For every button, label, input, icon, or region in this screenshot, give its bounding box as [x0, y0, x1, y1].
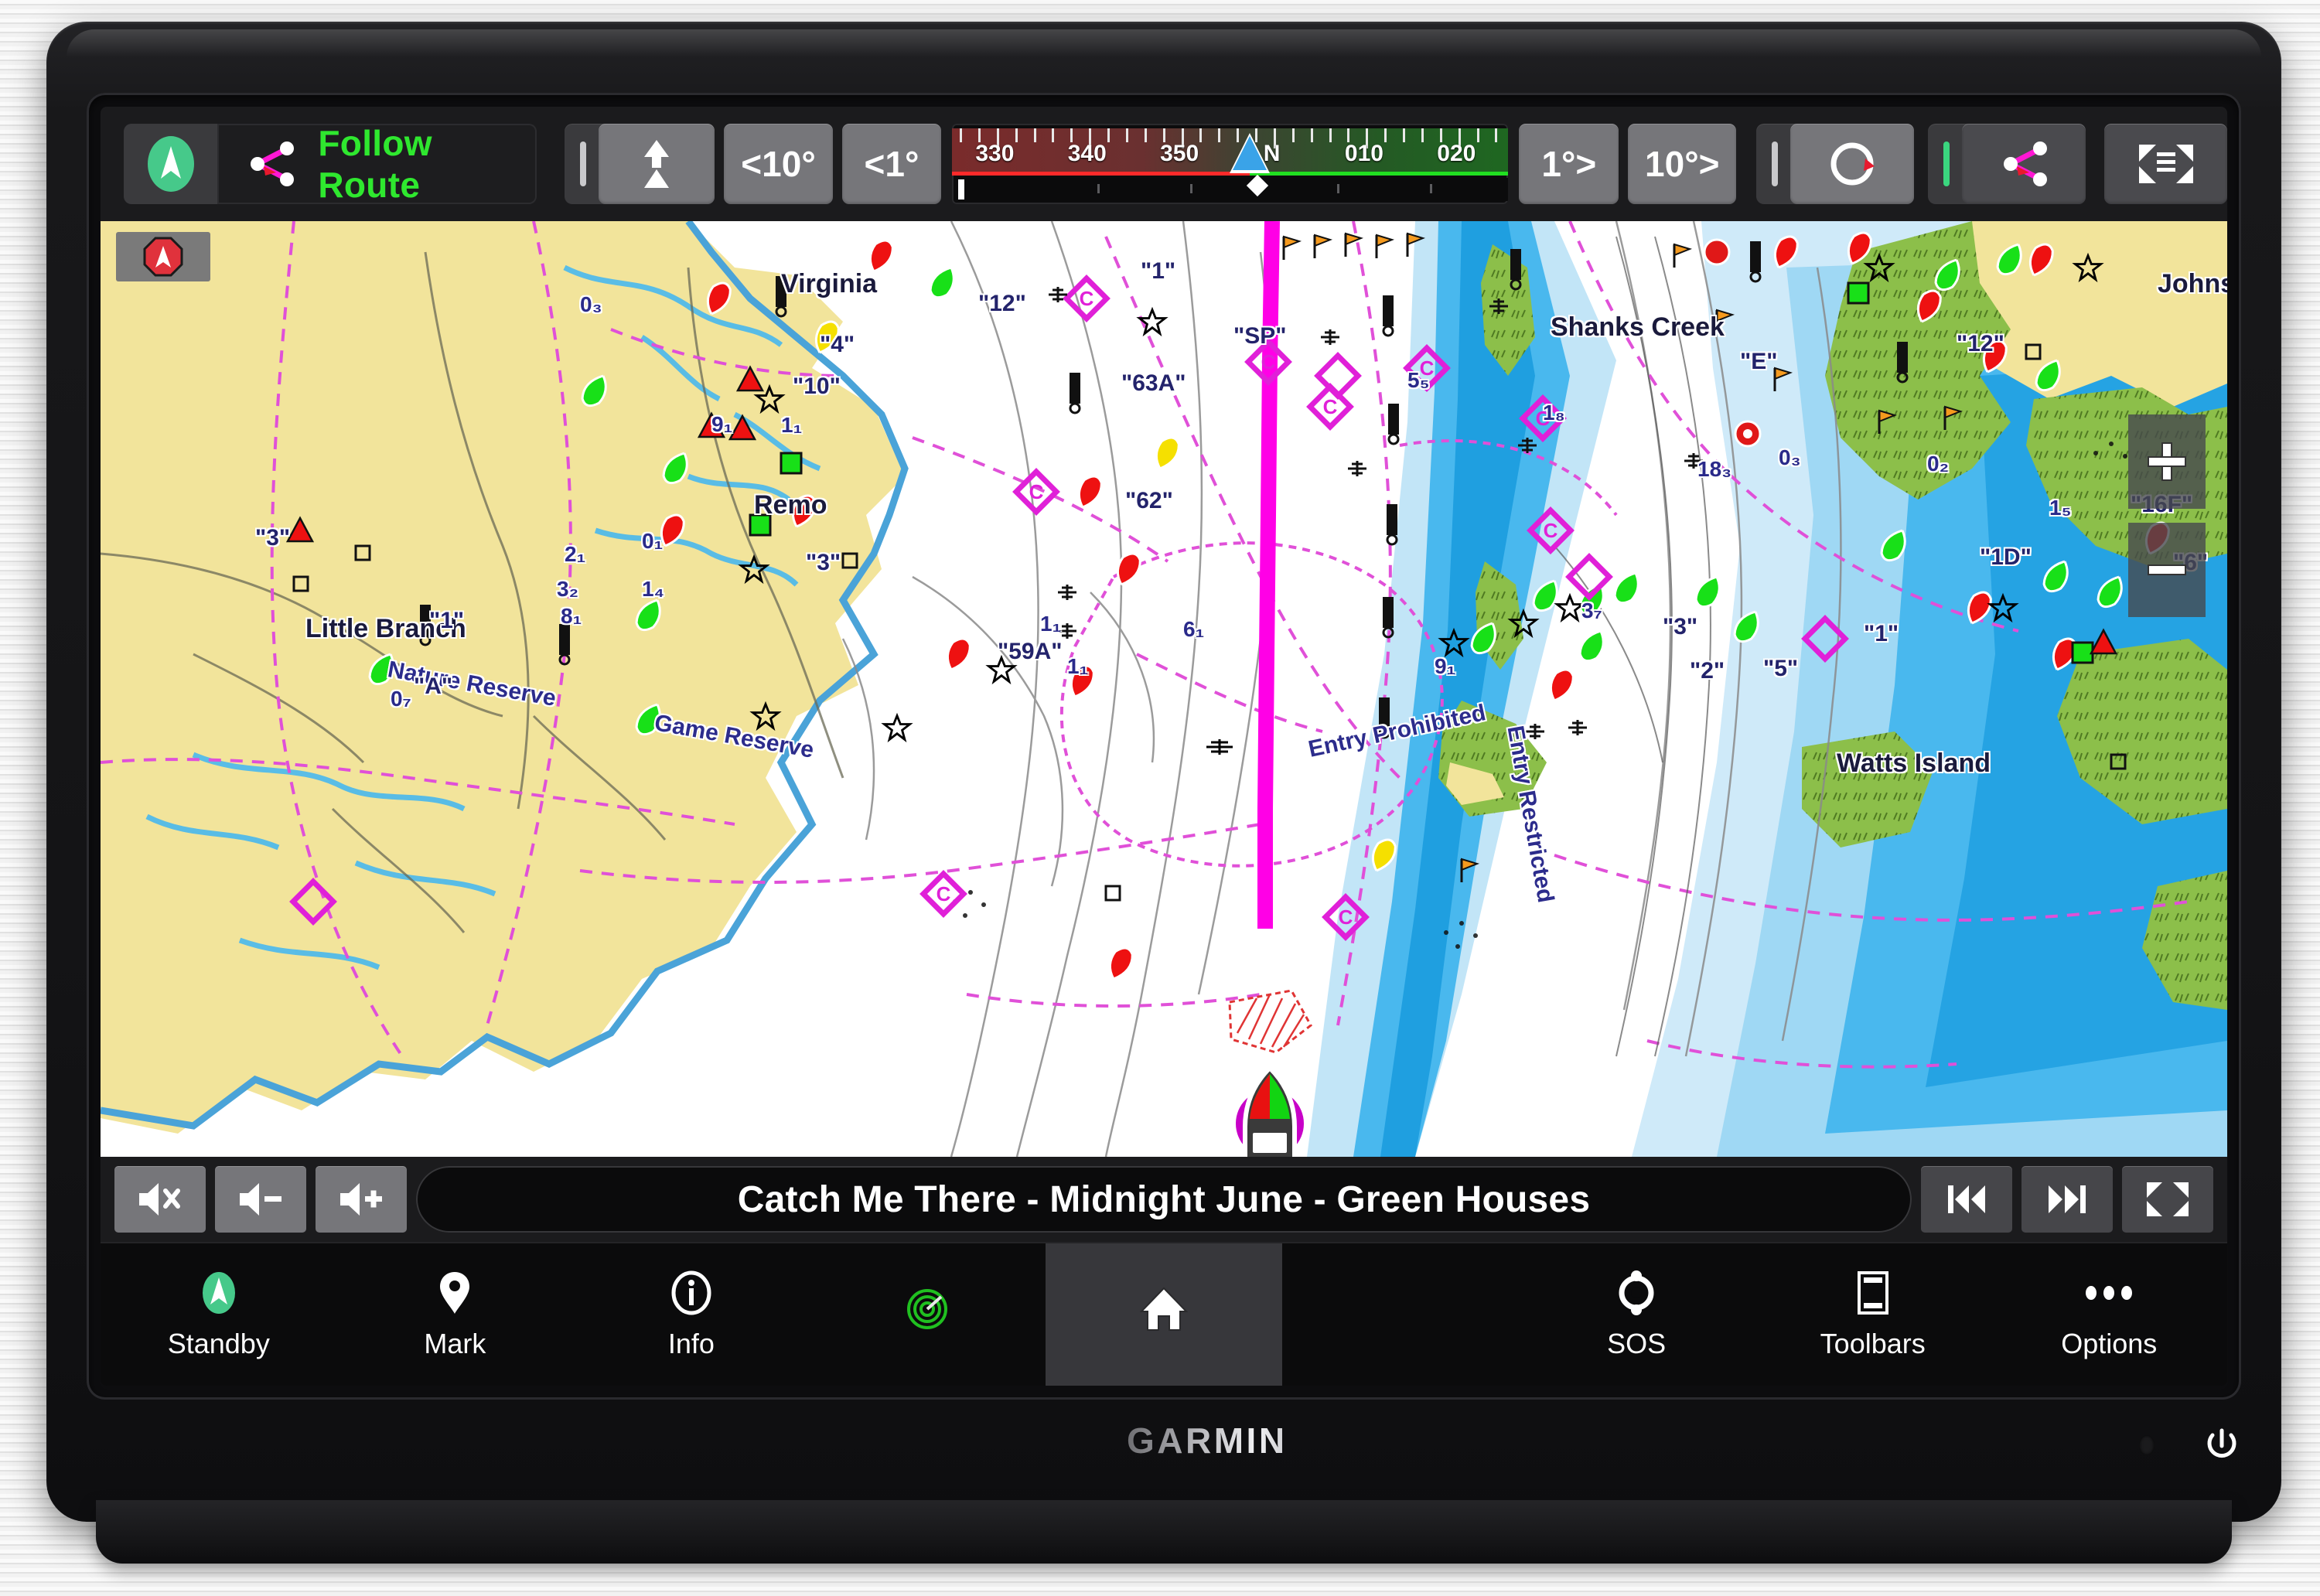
fullscreen-icon [2147, 1182, 2189, 1216]
autopilot-standby-icon [143, 237, 183, 277]
bottom-navigation-bar: Standby Mark Info SOS Toolbars Options [101, 1242, 2227, 1386]
map-pin-icon [438, 1269, 471, 1317]
vessel-icon [1236, 1064, 1304, 1157]
nav-label-mark: Mark [424, 1328, 486, 1359]
route-button[interactable] [1962, 124, 2086, 204]
compass-heading-marker [1233, 136, 1267, 170]
power-button[interactable] [2202, 1426, 2242, 1466]
group-divider-active [1943, 142, 1950, 186]
heading-controls-group [565, 124, 715, 204]
toolbar-panel-icon [1857, 1269, 1889, 1317]
circle-arrow-icon [1825, 137, 1879, 191]
rudder-tick [1190, 184, 1193, 193]
volume-mute-icon [139, 1183, 180, 1216]
zoom-out-button[interactable] [2128, 523, 2206, 617]
now-playing-display[interactable]: Catch Me There - Midnight June - Green H… [416, 1166, 1912, 1233]
track-title: Catch Me There - Midnight June - Green H… [737, 1178, 1591, 1220]
volume-up-button[interactable] [316, 1166, 407, 1233]
autopilot-status-chip[interactable] [124, 124, 218, 204]
expand-list-icon [2136, 140, 2196, 188]
compass-tick-label: 330 [975, 141, 1015, 166]
map-zoom-controls [2128, 414, 2206, 617]
sonar-spiral-icon [904, 1285, 950, 1333]
skip-next-icon [2049, 1185, 2086, 1213]
sidebar-item-sonar[interactable] [810, 1243, 1046, 1386]
chart-map-canvas[interactable]: C C C C C C C C C Virginia John Shanks C… [101, 221, 2227, 1157]
garmin-logo: GARMIN [1127, 1420, 1288, 1461]
turn-right-10-button[interactable]: 10°> [1628, 124, 1737, 204]
bezel-highlight [67, 29, 2261, 57]
rudder-tick [1337, 184, 1340, 193]
sidebar-item-standby[interactable]: Standby [101, 1243, 337, 1386]
volume-up-icon [340, 1183, 382, 1216]
next-track-button[interactable] [2021, 1166, 2113, 1233]
compass-tick-label: 340 [1067, 141, 1107, 166]
nav-label-standby: Standby [167, 1328, 270, 1359]
plus-icon [2148, 442, 2186, 481]
autopilot-toolbar: Follow Route <10° <1° 330 340 350 N 010 … [101, 107, 2227, 221]
mute-button[interactable] [114, 1166, 206, 1233]
active-route-line [1257, 221, 1280, 929]
previous-track-button[interactable] [1921, 1166, 2012, 1233]
sidebar-item-options[interactable]: Options [1991, 1243, 2228, 1386]
follow-route-label: Follow Route [318, 123, 432, 205]
device-branding-row: GARMIN [87, 1406, 2241, 1499]
nav-label-info: Info [667, 1328, 715, 1359]
volume-down-button[interactable] [215, 1166, 306, 1233]
nav-label-options: Options [2061, 1328, 2158, 1359]
group-divider [580, 142, 587, 186]
autopilot-arrow-icon [200, 1269, 238, 1317]
group-divider [1772, 142, 1779, 186]
route-share-icon [244, 137, 298, 191]
volume-down-icon [240, 1183, 281, 1216]
sidebar-item-info[interactable]: Info [573, 1243, 810, 1386]
route-group [1928, 124, 2086, 204]
heading-up-button[interactable] [599, 124, 715, 204]
rudder-end-left [958, 179, 965, 200]
media-control-bar: Catch Me There - Midnight June - Green H… [101, 1157, 2227, 1242]
sidebar-item-mark[interactable]: Mark [337, 1243, 574, 1386]
sidebar-item-sos[interactable]: SOS [1518, 1243, 1755, 1386]
compass-tick-label: 010 [1344, 141, 1383, 166]
route-share-icon [1997, 137, 2051, 191]
compass-port-underline [952, 172, 1250, 176]
standby-circle-button[interactable] [1790, 124, 1915, 204]
compass-rudder-bar [958, 174, 1509, 201]
compass-heading-bar[interactable]: 330340350N01002003 [952, 124, 1509, 204]
led-indicator [2139, 1435, 2155, 1455]
standby-group [1756, 124, 1915, 204]
compass-starboard-underline [1250, 172, 1509, 176]
nautical-chart [101, 221, 2227, 1157]
autopilot-arrow-icon [144, 134, 198, 194]
rudder-indicator [1247, 174, 1269, 197]
fullscreen-button[interactable] [2122, 1166, 2213, 1233]
chartplotter-device: Follow Route <10° <1° 330 340 350 N 010 … [46, 22, 2281, 1568]
home-icon [1138, 1285, 1189, 1333]
turn-left-1-button[interactable]: <1° [841, 124, 942, 204]
expand-menu-button[interactable] [2104, 124, 2227, 204]
turn-right-1-button[interactable]: 1°> [1519, 124, 1619, 204]
autopilot-standby-badge[interactable] [116, 232, 210, 281]
sidebar-item-home[interactable] [1046, 1243, 1282, 1386]
device-base [96, 1500, 2232, 1564]
nav-label-toolbars: Toolbars [1820, 1328, 1926, 1359]
compass-tick-label: 350 [1160, 141, 1199, 166]
rudder-tick [1430, 184, 1433, 193]
arrow-up-boat-icon [635, 137, 678, 191]
follow-route-button[interactable]: Follow Route [217, 123, 537, 205]
sidebar-item-toolbars[interactable]: Toolbars [1755, 1243, 1991, 1386]
minus-icon [2148, 564, 2186, 575]
info-circle-icon [670, 1269, 712, 1317]
rudder-tick [1097, 184, 1100, 193]
power-icon [2207, 1428, 2236, 1458]
display-screen: Follow Route <10° <1° 330 340 350 N 010 … [101, 107, 2227, 1386]
nav-label-sos: SOS [1607, 1328, 1667, 1359]
ellipsis-icon [2083, 1269, 2134, 1317]
zoom-in-button[interactable] [2128, 414, 2206, 509]
life-ring-icon [1618, 1269, 1655, 1317]
skip-previous-icon [1948, 1185, 1985, 1213]
compass-tick-label: 020 [1437, 141, 1476, 166]
turn-left-10-button[interactable]: <10° [724, 124, 833, 204]
